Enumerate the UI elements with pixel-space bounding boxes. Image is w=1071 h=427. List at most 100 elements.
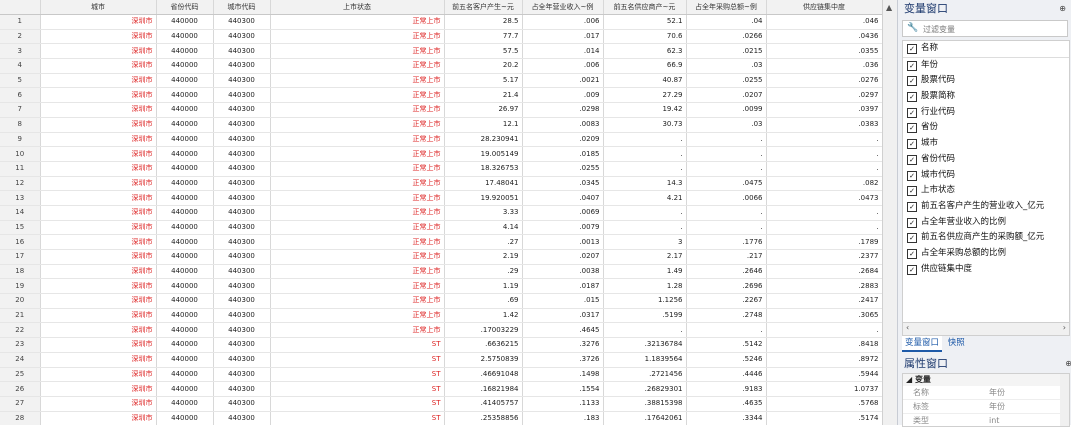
- table-cell[interactable]: .2883: [766, 278, 882, 295]
- table-row[interactable]: 26 深圳市 440000 440300 ST .16821984.1554.268293…: [0, 381, 882, 397]
- table-cell[interactable]: 440300: [213, 29, 271, 45]
- table-cell[interactable]: 1.49: [603, 264, 687, 280]
- table-cell[interactable]: .5174: [766, 411, 882, 425]
- table-cell[interactable]: 正常上市: [270, 205, 445, 221]
- table-cell[interactable]: 440300: [213, 264, 271, 280]
- table-cell[interactable]: 12.1: [444, 117, 523, 133]
- table-cell[interactable]: .: [686, 220, 767, 236]
- table-cell[interactable]: 440000: [156, 190, 214, 206]
- table-cell[interactable]: 14.3: [603, 176, 687, 192]
- table-cell[interactable]: .: [766, 220, 882, 236]
- table-cell[interactable]: .: [766, 205, 882, 221]
- table-cell[interactable]: .0298: [522, 102, 604, 118]
- row-number[interactable]: 25: [0, 367, 41, 383]
- table-cell[interactable]: 62.3: [603, 43, 687, 60]
- table-cell[interactable]: 440000: [156, 161, 214, 177]
- table-cell[interactable]: .0383: [766, 117, 882, 133]
- property-section[interactable]: ◢ 变量: [903, 374, 1069, 386]
- variable-item[interactable]: ✓ 占全年营业收入的比例: [903, 215, 1069, 231]
- table-cell[interactable]: ST: [270, 337, 445, 353]
- variable-item[interactable]: ✓ 省份: [903, 120, 1069, 136]
- table-cell[interactable]: .38815398: [603, 396, 687, 412]
- property-row[interactable]: 类型 int: [903, 414, 1069, 426]
- table-cell[interactable]: 440000: [156, 249, 214, 265]
- table-cell[interactable]: 19.920051: [444, 190, 523, 206]
- table-cell[interactable]: ST: [270, 352, 445, 368]
- table-cell[interactable]: 3.33: [444, 205, 523, 221]
- table-cell[interactable]: 4.14: [444, 220, 523, 236]
- table-cell[interactable]: .0255: [522, 161, 604, 177]
- table-cell[interactable]: 深圳市: [40, 29, 157, 45]
- variable-item[interactable]: ✓ 股票代码: [903, 73, 1069, 89]
- table-cell[interactable]: .0069: [522, 205, 604, 221]
- variable-item[interactable]: ✓ 年份: [903, 58, 1069, 74]
- column-header[interactable]: 供应链集中度: [766, 0, 882, 15]
- table-row[interactable]: 27 深圳市 440000 440300 ST .41405757.1133.388153…: [0, 396, 882, 412]
- table-cell[interactable]: 深圳市: [40, 308, 157, 324]
- table-row[interactable]: 28 深圳市 440000 440300 ST .25358856.183.1764206…: [0, 411, 882, 425]
- table-cell[interactable]: 440300: [213, 367, 271, 383]
- table-cell[interactable]: ST: [270, 411, 445, 425]
- table-cell[interactable]: .0297: [766, 87, 882, 104]
- table-cell[interactable]: .3065: [766, 308, 882, 324]
- table-cell[interactable]: .0207: [686, 87, 767, 104]
- table-cell[interactable]: .2684: [766, 264, 882, 280]
- table-cell[interactable]: 440300: [213, 381, 271, 397]
- column-header[interactable]: 前五名客户产生~元: [444, 0, 523, 15]
- property-value[interactable]: 年份: [989, 400, 1005, 413]
- table-cell[interactable]: 1.42: [444, 308, 523, 324]
- variable-checkbox[interactable]: ✓: [907, 107, 917, 118]
- table-cell[interactable]: 57.5: [444, 43, 523, 60]
- table-cell[interactable]: 30.73: [603, 117, 687, 133]
- table-cell[interactable]: .0276: [766, 73, 882, 89]
- table-cell[interactable]: 440000: [156, 234, 214, 250]
- corner-cell[interactable]: [0, 0, 41, 15]
- table-cell[interactable]: .32136784: [603, 337, 687, 353]
- table-row[interactable]: 7 深圳市 440000 440300 正常上市 26.97.0298 19.42.0099…: [0, 102, 882, 118]
- table-cell[interactable]: 440300: [213, 352, 271, 368]
- row-number[interactable]: 17: [0, 249, 41, 265]
- table-cell[interactable]: 440000: [156, 367, 214, 383]
- table-cell[interactable]: .: [686, 132, 767, 148]
- variable-checkbox[interactable]: ✓: [907, 248, 917, 259]
- table-cell[interactable]: 深圳市: [40, 14, 157, 30]
- table-cell[interactable]: .006: [522, 58, 604, 74]
- table-cell[interactable]: .015: [522, 293, 604, 309]
- row-number[interactable]: 24: [0, 352, 41, 368]
- table-cell[interactable]: .4645: [522, 322, 604, 339]
- table-cell[interactable]: .006: [522, 14, 604, 30]
- table-cell[interactable]: 深圳市: [40, 367, 157, 383]
- table-cell[interactable]: .1554: [522, 381, 604, 397]
- variable-item[interactable]: ✓ 城市代码: [903, 168, 1069, 184]
- table-cell[interactable]: .: [686, 322, 767, 339]
- table-cell[interactable]: 深圳市: [40, 337, 157, 353]
- table-cell[interactable]: .014: [522, 43, 604, 60]
- table-cell[interactable]: .: [766, 132, 882, 148]
- table-cell[interactable]: 28.5: [444, 14, 523, 30]
- table-cell[interactable]: 52.1: [603, 14, 687, 30]
- table-cell[interactable]: 440300: [213, 43, 271, 60]
- table-cell[interactable]: .017: [522, 29, 604, 45]
- table-cell[interactable]: 4.21: [603, 190, 687, 206]
- row-number[interactable]: 11: [0, 161, 41, 177]
- table-cell[interactable]: 40.87: [603, 73, 687, 89]
- row-number[interactable]: 16: [0, 234, 41, 250]
- table-row[interactable]: 22 深圳市 440000 440300 正常上市 .17003229.4645...: [0, 322, 882, 339]
- variable-checkbox[interactable]: ✓: [907, 139, 917, 150]
- table-cell[interactable]: 正常上市: [270, 43, 445, 60]
- table-cell[interactable]: 1.1839564: [603, 352, 687, 368]
- variable-list-header[interactable]: ✓ 名称: [903, 41, 1069, 58]
- table-cell[interactable]: .5246: [686, 352, 767, 368]
- table-row[interactable]: 3 深圳市 440000 440300 正常上市 57.5.014 62.3.0215.03…: [0, 43, 882, 60]
- table-cell[interactable]: 440000: [156, 132, 214, 148]
- table-cell[interactable]: 深圳市: [40, 396, 157, 412]
- table-cell[interactable]: 440300: [213, 161, 271, 177]
- table-cell[interactable]: .0317: [522, 308, 604, 324]
- table-cell[interactable]: 19.005149: [444, 146, 523, 162]
- table-row[interactable]: 25 深圳市 440000 440300 ST .46691048.1498.272145…: [0, 367, 882, 383]
- table-cell[interactable]: .8418: [766, 337, 882, 353]
- column-header[interactable]: 城市: [40, 0, 157, 15]
- variable-checkbox[interactable]: ✓: [907, 201, 917, 212]
- table-cell[interactable]: 440000: [156, 73, 214, 89]
- table-cell[interactable]: 440300: [213, 249, 271, 265]
